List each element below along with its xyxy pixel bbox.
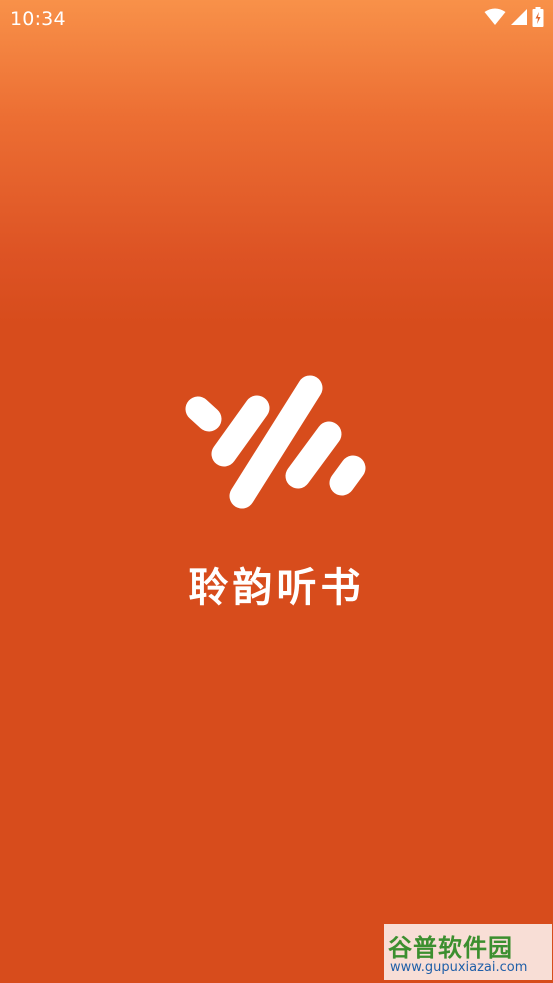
status-time: 10:34 bbox=[10, 8, 66, 30]
sound-wave-logo-icon bbox=[185, 375, 366, 509]
wifi-icon bbox=[484, 8, 506, 31]
watermark-url: www.gupuxiazai.com bbox=[390, 960, 528, 975]
status-bar: 10:34 bbox=[0, 0, 553, 38]
app-name: 聆韵听书 bbox=[188, 565, 365, 611]
watermark-title: 谷普软件园 bbox=[388, 934, 513, 962]
signal-icon bbox=[510, 8, 528, 31]
battery-charging-icon bbox=[532, 6, 544, 32]
app-logo bbox=[182, 372, 368, 515]
status-icons bbox=[484, 6, 544, 32]
watermark: 谷普软件园 www.gupuxiazai.com bbox=[384, 924, 552, 980]
